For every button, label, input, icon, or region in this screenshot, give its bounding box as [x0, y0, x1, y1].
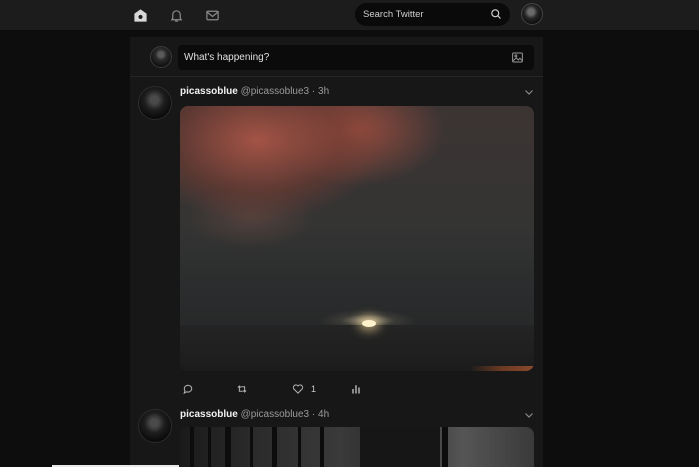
notifications-icon[interactable] — [167, 6, 185, 24]
tree-trunk — [225, 427, 231, 467]
tree-trunk — [190, 427, 194, 467]
reply-button[interactable] — [182, 382, 194, 396]
tree-trunk — [272, 427, 277, 467]
retweet-button[interactable] — [236, 382, 248, 396]
image-sun-glow — [362, 320, 376, 327]
compose-input[interactable]: What's happening? — [178, 45, 534, 70]
profile-avatar[interactable] — [521, 3, 543, 25]
heart-icon — [292, 384, 304, 394]
composer-avatar — [150, 46, 172, 68]
retweet-icon — [237, 385, 247, 393]
image-edge — [470, 366, 534, 371]
tweet-composer: What's happening? — [130, 37, 543, 77]
top-navigation-bar — [0, 0, 699, 30]
tweet-media-image[interactable] — [180, 106, 534, 371]
search-box[interactable] — [355, 3, 510, 26]
tree-trunk — [442, 427, 448, 467]
like-button[interactable]: 1 — [292, 382, 316, 396]
compose-placeholder: What's happening? — [184, 52, 270, 63]
messages-icon[interactable] — [203, 6, 221, 24]
tweet-handle-time: @picassoblue3 · 4h — [240, 409, 330, 420]
tweet-header: picassoblue @picassoblue3 · 4h — [180, 409, 329, 420]
chevron-down-icon[interactable] — [524, 410, 534, 420]
tweet-handle-time: @picassoblue3 · 3h — [240, 86, 330, 97]
tweet-actions: 1 — [182, 382, 382, 396]
like-count: 1 — [311, 384, 317, 394]
tree-trunk — [298, 427, 301, 467]
tweet-avatar[interactable] — [138, 409, 172, 443]
home-icon[interactable] — [131, 6, 149, 24]
tweet-avatar[interactable] — [138, 86, 172, 120]
reply-icon — [183, 384, 193, 395]
chevron-down-icon[interactable] — [524, 87, 534, 97]
image-icon[interactable] — [511, 51, 524, 64]
tweet-header: picassoblue @picassoblue3 · 3h — [180, 86, 329, 97]
analytics-button[interactable] — [350, 382, 362, 396]
tweet-author-name[interactable]: picassoblue — [180, 409, 238, 420]
timeline-column: What's happening? picassoblue @picassobl… — [130, 37, 543, 467]
search-input[interactable] — [363, 9, 483, 20]
tweet-media-image[interactable] — [180, 427, 534, 467]
tree-trunk — [320, 427, 324, 467]
analytics-icon — [352, 385, 360, 394]
search-icon[interactable] — [490, 8, 502, 20]
tweet-author-name[interactable]: picassoblue — [180, 86, 238, 97]
tree-trunk — [208, 427, 211, 467]
image-ground — [180, 325, 534, 371]
image-dark-region — [360, 427, 440, 467]
tree-trunk — [250, 427, 253, 467]
